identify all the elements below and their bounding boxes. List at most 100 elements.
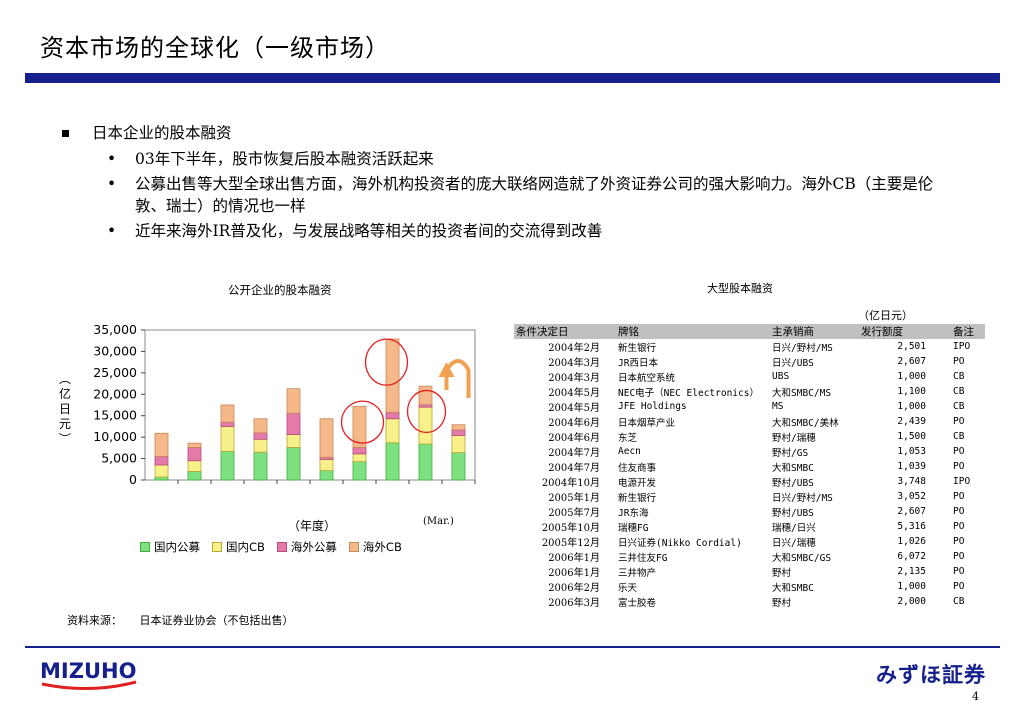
table-cell: 3,052 [897, 491, 926, 502]
table-cell: 野村 [772, 567, 792, 579]
bar-segment [451, 435, 466, 453]
footer-divider [25, 646, 1000, 648]
table-cell: 2004年3月 [548, 358, 600, 369]
equity-deals-table: 条件决定日 牌铭 主承销商 发行额度 备注 2004年2月 新生银行 日兴/野村/MS 2,5… [514, 324, 985, 609]
bullet-item: • 03年下半年，股市恢复后股本融资活跃起来 [62, 148, 935, 170]
table-cell: 1,100 [897, 386, 926, 397]
table-cell: MS [772, 401, 784, 412]
table-cell: 2005年7月 [548, 508, 600, 519]
table-cell: 1,500 [897, 431, 926, 442]
table-header-cell: 条件决定日 [514, 324, 616, 339]
table-cell: UBS [772, 371, 790, 382]
table-cell: 富士胶卷 [618, 597, 657, 609]
table-row: 2004年5月 NEC电子（NEC Electronics） 大和SMBC/MS 1,… [514, 384, 985, 399]
table-cell: CB [953, 596, 965, 607]
mizuho-logo-text: MIZUHO [40, 659, 136, 683]
bar-segment [286, 388, 301, 414]
table-cell: 2,607 [897, 356, 926, 367]
table-cell: 三井住友FG [618, 552, 668, 564]
bar-segment [319, 418, 334, 458]
table-cell: NEC电子（NEC Electronics） [618, 387, 759, 399]
table-cell: 新生银行 [618, 342, 657, 354]
bar-segment [154, 464, 169, 478]
bar-segment [352, 453, 367, 462]
table-cell: JR东海 [618, 507, 649, 519]
table-cell: 2,607 [897, 506, 926, 517]
x-tick-label: 97 [154, 492, 170, 495]
source-text: 日本证券业协会（不包括出售） [139, 614, 294, 627]
bar-segment [385, 442, 400, 481]
table-row: 2004年7月 住友商事 大和SMBC 1,039 PO [514, 459, 985, 474]
table-cell: CB [953, 371, 965, 382]
table-cell: 日本航空系统 [618, 372, 676, 384]
table-cell: JR西日本 [618, 357, 658, 369]
page-title: 资本市场的全球化（一级市场） [40, 34, 390, 62]
table-header-cell: 牌铭 [616, 324, 770, 339]
legend-item: 海外公募 [276, 539, 337, 555]
table-row: 2004年3月 日本航空系统 UBS 1,000 CB [514, 369, 985, 384]
y-tick-label: 25,000 [93, 365, 137, 380]
bar-segment [187, 471, 202, 481]
table-cell: 1,053 [897, 446, 926, 457]
table-cell: 日兴/UBS [772, 357, 814, 369]
mizuho-securities-logo: みずほ証券 [876, 663, 986, 687]
dot-bullet-icon: • [107, 150, 117, 168]
bar-segment [220, 404, 235, 423]
legend-label: 国内公募 [154, 540, 200, 554]
table-cell: 1,026 [897, 536, 926, 547]
table-cell: PO [953, 491, 965, 502]
legend-item: 海外CB [348, 539, 402, 555]
y-tick-label: 20,000 [93, 386, 137, 401]
bar-segment [220, 426, 235, 452]
legend-label: 国内CB [226, 540, 265, 554]
table-cell: 瑞穗FG [618, 522, 649, 534]
table-cell: 野村/UBS [772, 507, 814, 519]
bar-segment [286, 447, 301, 481]
chart-x-axis-label: （年度） [288, 519, 337, 533]
legend-swatch [348, 542, 359, 552]
bullet-list: 日本企业的股本融资 • 03年下半年，股市恢复后股本融资活跃起来 • 公募出售等… [62, 122, 962, 245]
bar-segment [187, 442, 202, 448]
bullet-item-text: 03年下半年，股市恢复后股本融资活跃起来 [135, 150, 434, 168]
x-tick-label: 03 [352, 492, 368, 495]
table-cell: 2004年5月 [548, 388, 600, 399]
bullet-item-text: 近年来海外IR普及化，与发展战略等相关的投资者间的交流得到改善 [135, 222, 603, 240]
table-cell: PO [953, 446, 965, 457]
table-cell: PO [953, 521, 965, 532]
bar-segment [187, 460, 202, 472]
x-tick-label: 04 [385, 492, 401, 495]
title-divider-bar [25, 73, 1000, 83]
table-cell: 2004年6月 [548, 433, 600, 444]
bar-segment [418, 385, 433, 405]
table-cell: 1,000 [897, 371, 926, 382]
table-unit: （亿日元） [858, 309, 913, 322]
table-cell: 大和SMBC/美林 [772, 417, 839, 429]
table-cell: 大和SMBC/GS [772, 552, 832, 564]
table-row: 2006年2月 乐天 大和SMBC 1,000 PO [514, 579, 985, 594]
table-cell: PO [953, 551, 965, 562]
x-tick-label: 05 [418, 492, 434, 495]
table-row: 2006年1月 三井物产 野村 2,135 PO [514, 564, 985, 579]
table-cell: 2004年3月 [548, 373, 600, 384]
table-cell: 2004年2月 [548, 343, 600, 354]
bar-segment [187, 447, 202, 462]
source-label: 资料来源： [67, 614, 122, 627]
table-cell: 日本烟草产业 [618, 417, 676, 429]
bar-segment [418, 443, 433, 481]
table-cell: PO [953, 461, 965, 472]
table-row: 2005年10月 瑞穗FG 瑞穗/日兴 5,316 PO [514, 519, 985, 534]
table-cell: 野村/GS [772, 447, 809, 459]
legend-item: 国内公募 [140, 539, 200, 555]
table-cell: 乐天 [618, 582, 638, 594]
table-cell: 日兴/野村/MS [772, 342, 833, 354]
table-cell: Aecn [618, 446, 641, 457]
x-tick-label: 00 [253, 492, 269, 495]
y-tick-label: 30,000 [93, 343, 137, 358]
table-cell: 2,501 [897, 341, 926, 352]
bar-segment [352, 447, 367, 455]
table-cell: 5,316 [897, 521, 926, 532]
bar-segment [220, 450, 235, 481]
bullet-heading: 日本企业的股本融资 [62, 122, 962, 144]
y-axis-label-char: ︶ [58, 432, 71, 446]
table-cell: 3,748 [897, 476, 926, 487]
